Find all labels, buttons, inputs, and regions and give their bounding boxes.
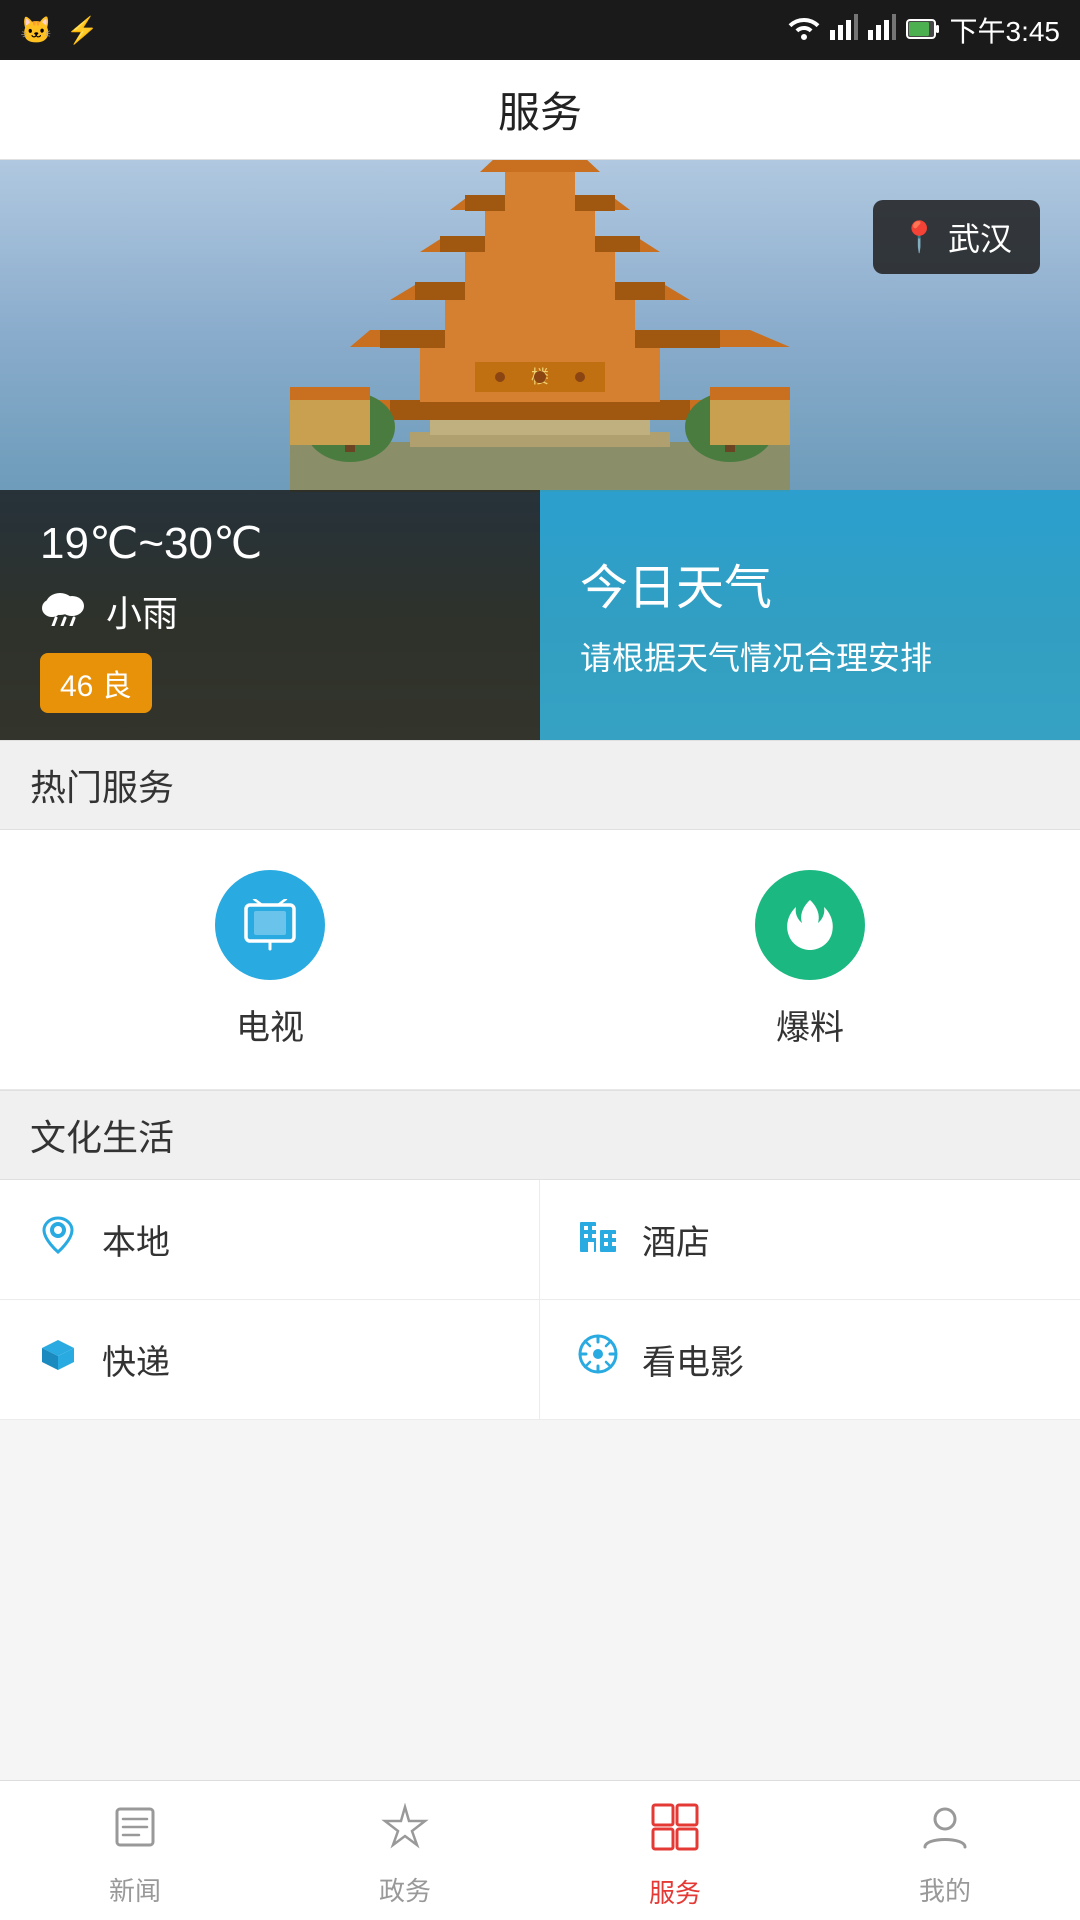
weather-left-panel: 19℃~30℃ 小雨 46 良 [0, 490, 540, 740]
location-pin-icon: 📍 [901, 220, 938, 255]
weather-right-panel: 今日天气 请根据天气情况合理安排 [540, 490, 1080, 740]
status-left-icons: 🐱 ⚡ [20, 15, 99, 46]
page-title: 服务 [498, 79, 582, 140]
nav-news-label: 新闻 [109, 1871, 161, 1908]
usb-icon: ⚡ [66, 15, 98, 46]
weather-banner: 楼 📍 武汉 19℃~30℃ [0, 160, 1080, 740]
nav-mine-label: 我的 [919, 1871, 971, 1908]
culture-life-title: 文化生活 [30, 1109, 174, 1161]
culture-item-local[interactable]: 本地 [0, 1180, 540, 1300]
cloud-rain-icon [40, 586, 90, 635]
hot-services-header: 热门服务 [0, 740, 1080, 830]
service-item-hot[interactable]: 爆料 [540, 870, 1080, 1049]
today-weather-title: 今日天气 [580, 548, 1040, 618]
nav-services-label: 服务 [649, 1873, 701, 1910]
weather-condition-text: 小雨 [106, 585, 178, 637]
status-right-area: 下午3:45 [788, 10, 1061, 50]
local-icon [36, 1212, 80, 1267]
hot-services-title: 热门服务 [30, 759, 174, 811]
culture-grid: 本地 酒店 [0, 1180, 1080, 1420]
culture-life-header: 文化生活 [0, 1090, 1080, 1180]
service-item-tv[interactable]: 电视 [0, 870, 540, 1049]
culture-item-hotel[interactable]: 酒店 [540, 1180, 1080, 1300]
status-bar: 🐱 ⚡ [0, 0, 1080, 60]
location-badge[interactable]: 📍 武汉 [873, 200, 1040, 274]
nav-politics-label: 政务 [379, 1871, 431, 1908]
services-icon [649, 1801, 701, 1865]
signal1-icon [830, 14, 858, 47]
location-name: 武汉 [948, 214, 1012, 260]
bottom-nav: 新闻 政务 服务 我的 [0, 1780, 1080, 1920]
politics-icon [381, 1803, 429, 1863]
weather-overlay: 19℃~30℃ 小雨 46 良 今日天气 请根据天气情况合理安排 [0, 490, 1080, 740]
movie-icon [576, 1332, 620, 1387]
weather-temperature: 19℃~30℃ [40, 518, 500, 569]
nav-item-news[interactable]: 新闻 [0, 1793, 270, 1908]
cat-icon: 🐱 [20, 15, 52, 46]
tv-icon-circle [215, 870, 325, 980]
culture-section: 本地 酒店 [0, 1180, 1080, 1420]
signal2-icon [868, 14, 896, 47]
hotel-icon [576, 1212, 620, 1267]
news-icon [111, 1803, 159, 1863]
pagoda-image: 楼 [290, 160, 790, 492]
weather-condition-row: 小雨 [40, 585, 500, 637]
nav-item-politics[interactable]: 政务 [270, 1793, 540, 1908]
culture-local-label: 本地 [102, 1215, 170, 1264]
top-header: 服务 [0, 60, 1080, 160]
today-weather-desc: 请根据天气情况合理安排 [580, 634, 1040, 682]
nav-item-mine[interactable]: 我的 [810, 1793, 1080, 1908]
culture-hotel-label: 酒店 [642, 1215, 710, 1264]
wifi-icon [788, 14, 820, 47]
service-tv-label: 电视 [236, 1000, 304, 1049]
culture-item-movie[interactable]: 看电影 [540, 1300, 1080, 1420]
hot-services-grid: 电视 爆料 [0, 830, 1080, 1090]
weather-aqi-badge: 46 良 [40, 653, 152, 713]
service-hot-label: 爆料 [776, 1000, 844, 1049]
hot-icon-circle [755, 870, 865, 980]
express-icon [36, 1332, 80, 1387]
time-display: 下午3:45 [950, 10, 1061, 50]
nav-item-services[interactable]: 服务 [540, 1791, 810, 1910]
battery-icon [906, 14, 940, 46]
culture-movie-label: 看电影 [642, 1335, 744, 1384]
mine-icon [921, 1803, 969, 1863]
culture-item-express[interactable]: 快递 [0, 1300, 540, 1420]
culture-express-label: 快递 [102, 1335, 170, 1384]
